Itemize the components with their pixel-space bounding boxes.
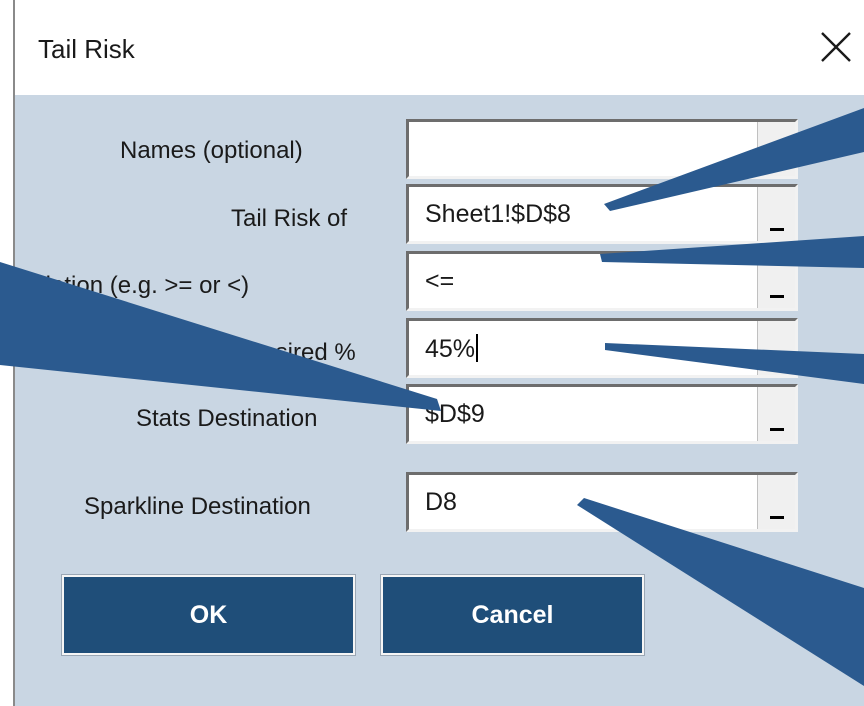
sparkline-destination-value: D8 [425,488,457,516]
stats-destination-field[interactable]: $D$9 [406,384,798,444]
stats-destination-label: Stats Destination [136,405,318,432]
desired-percent-range-button[interactable] [757,321,795,375]
tail-risk-of-label: Tail Risk of [231,205,348,232]
tail-risk-of-field[interactable]: Sheet1!$D$8 [406,184,798,244]
names-range-button[interactable] [757,122,795,176]
range-select-icon [770,428,784,431]
desired-percent-field[interactable]: 45% [406,318,798,378]
sparkline-destination-label: Sparkline Destination [84,493,311,520]
ok-button[interactable]: OK [61,574,356,656]
range-select-icon [770,228,784,231]
cancel-button[interactable]: Cancel [380,574,645,656]
relation-field[interactable]: <= [406,251,798,311]
desired-percent-value: 45% [425,335,476,363]
stats-destination-value: $D$9 [425,400,485,428]
tail-risk-of-value: Sheet1!$D$8 [425,200,571,228]
relation-label: Relation (e.g. >= or <) [15,272,250,299]
range-select-icon [770,295,784,298]
text-cursor [476,334,479,362]
sparkline-destination-range-button[interactable] [757,475,795,529]
close-button[interactable] [813,24,859,70]
close-icon [821,32,851,62]
dialog-title: Tail Risk [38,34,135,64]
sparkline-destination-field[interactable]: D8 [406,472,798,532]
names-field[interactable] [406,119,798,179]
range-select-icon [770,516,784,519]
relation-range-button[interactable] [757,254,795,308]
stats-destination-range-button[interactable] [757,387,795,441]
relation-value: <= [425,267,455,295]
tail-risk-dialog: Tail Risk Names (optional) Tail Risk of … [13,0,864,706]
tail-risk-of-range-button[interactable] [757,187,795,241]
desired-percent-label: Desired % [245,339,356,366]
names-label: Names (optional) [120,137,303,164]
title-bar: Tail Risk [15,0,864,95]
